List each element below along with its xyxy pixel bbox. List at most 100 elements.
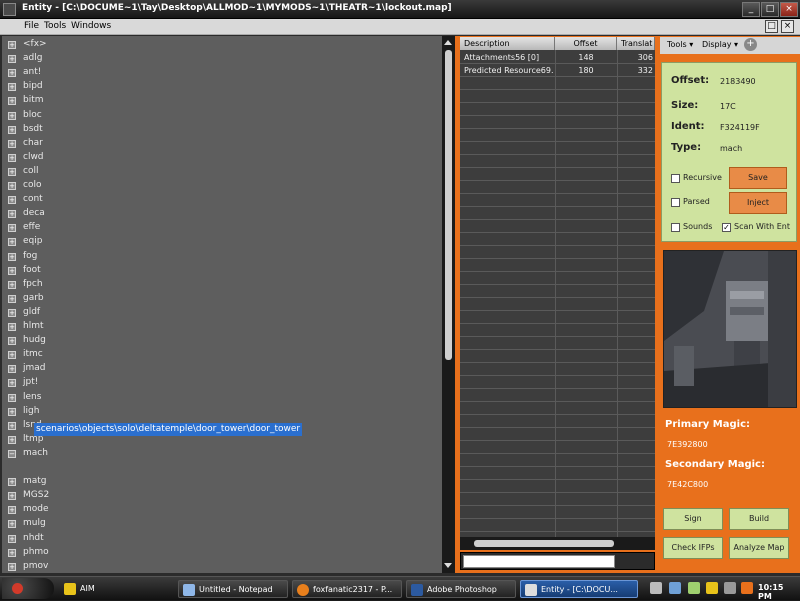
tree-item[interactable]: + hlmt bbox=[2, 320, 432, 334]
tree-scroll-thumb[interactable] bbox=[445, 50, 452, 360]
menu-windows[interactable]: Windows bbox=[71, 21, 111, 31]
expand-icon[interactable]: + bbox=[8, 153, 16, 162]
expand-icon[interactable]: + bbox=[8, 478, 16, 487]
tree-scrollbar[interactable] bbox=[442, 36, 455, 573]
collapse-icon[interactable]: − bbox=[8, 449, 16, 458]
expand-icon[interactable]: + bbox=[8, 83, 16, 92]
sounds-checkbox[interactable] bbox=[671, 223, 680, 232]
tree-item[interactable]: + eqip bbox=[2, 235, 432, 249]
start-button[interactable] bbox=[2, 578, 54, 599]
mdi-restore-button[interactable]: □ bbox=[765, 20, 778, 33]
grid-cell-description[interactable]: Predicted Resource69... bbox=[464, 65, 554, 77]
expand-icon[interactable]: + bbox=[8, 308, 16, 317]
add-icon[interactable]: + bbox=[744, 38, 757, 51]
toolbar-display-dropdown[interactable]: Display ▾ bbox=[702, 40, 738, 49]
col-header-description[interactable]: Description bbox=[460, 37, 555, 50]
title-bar[interactable]: Entity - [C:\DOCUME~1\Tay\Desktop\ALLMOD… bbox=[0, 0, 800, 19]
close-button[interactable]: × bbox=[780, 2, 798, 17]
expand-icon[interactable]: + bbox=[8, 182, 16, 190]
tree-item[interactable]: + bloc bbox=[2, 109, 432, 123]
tree-item[interactable]: + jpt! bbox=[2, 376, 432, 390]
col-header-offset[interactable]: Offset bbox=[555, 37, 617, 50]
expand-icon[interactable]: + bbox=[8, 252, 16, 261]
expand-icon[interactable]: + bbox=[8, 435, 16, 444]
expand-icon[interactable]: + bbox=[8, 280, 16, 289]
taskbar-aim[interactable]: AIM bbox=[64, 580, 154, 598]
expand-icon[interactable]: + bbox=[8, 167, 16, 176]
tray-monitor-icon[interactable] bbox=[688, 582, 700, 594]
expand-icon[interactable]: + bbox=[8, 69, 16, 78]
menu-file[interactable]: File bbox=[24, 21, 39, 31]
tree-item[interactable]: + bipd bbox=[2, 80, 432, 94]
expand-icon[interactable]: + bbox=[8, 492, 16, 501]
expand-icon[interactable]: + bbox=[8, 393, 16, 402]
tree-item[interactable]: + mode bbox=[2, 503, 432, 517]
tree-item[interactable]: + mulg bbox=[2, 517, 432, 531]
expand-icon[interactable]: + bbox=[8, 421, 16, 430]
scroll-down-icon[interactable] bbox=[444, 563, 452, 568]
expand-icon[interactable]: + bbox=[8, 196, 16, 205]
expand-icon[interactable]: + bbox=[8, 407, 16, 416]
analyze-map-button[interactable]: Analyze Map bbox=[729, 537, 789, 559]
grid-cell-offset[interactable]: 148 bbox=[555, 52, 617, 64]
maximize-button[interactable]: □ bbox=[761, 2, 779, 17]
tree-item[interactable]: + colo bbox=[2, 179, 432, 193]
tree-item[interactable]: + ant! bbox=[2, 66, 432, 80]
col-header-translation[interactable]: Translat bbox=[617, 37, 655, 50]
scroll-up-icon[interactable] bbox=[444, 40, 452, 45]
tree-item[interactable]: + fpch bbox=[2, 278, 432, 292]
tray-app-icon[interactable] bbox=[741, 582, 753, 594]
expand-icon[interactable]: + bbox=[8, 548, 16, 557]
expand-icon[interactable]: + bbox=[8, 534, 16, 543]
tree-item[interactable]: + coll bbox=[2, 165, 432, 179]
expand-icon[interactable]: + bbox=[8, 365, 16, 374]
taskbar-photoshop[interactable]: Adobe Photoshop bbox=[406, 580, 516, 598]
expand-icon[interactable]: + bbox=[8, 224, 16, 233]
check-ifps-button[interactable]: Check IFPs bbox=[663, 537, 723, 559]
toolbar-tools-dropdown[interactable]: Tools ▾ bbox=[667, 40, 693, 49]
menu-tools[interactable]: Tools bbox=[44, 21, 66, 31]
tree-item[interactable]: + adlg bbox=[2, 52, 432, 66]
save-button[interactable]: Save bbox=[729, 167, 787, 189]
sign-button[interactable]: Sign bbox=[663, 508, 723, 530]
expand-icon[interactable]: + bbox=[8, 323, 16, 331]
tree-item[interactable]: + char bbox=[2, 137, 432, 151]
tree-item[interactable]: + clwd bbox=[2, 151, 432, 165]
tray-pen-icon[interactable] bbox=[650, 582, 662, 594]
meta-grid[interactable]: Description Offset Translat Attachments5… bbox=[460, 37, 655, 537]
expand-icon[interactable]: + bbox=[8, 97, 16, 106]
tree-item[interactable]: + lens bbox=[2, 391, 432, 405]
expand-icon[interactable]: + bbox=[8, 351, 16, 360]
mdi-close-button[interactable]: × bbox=[781, 20, 794, 33]
tree-selected-item[interactable]: scenarios\objects\solo\deltatemple\door_… bbox=[34, 423, 303, 436]
parsed-checkbox[interactable] bbox=[671, 198, 680, 207]
tree-item[interactable]: + matg bbox=[2, 475, 432, 489]
grid-scroll-thumb[interactable] bbox=[474, 540, 614, 547]
tree-item[interactable]: + nhdt bbox=[2, 532, 432, 546]
tree-item[interactable]: + gldf bbox=[2, 306, 432, 320]
tree-item[interactable]: + ligh bbox=[2, 405, 432, 419]
expand-icon[interactable]: + bbox=[8, 210, 16, 219]
scan-with-ent-checkbox[interactable]: ✓ bbox=[722, 223, 731, 232]
tree-item[interactable]: + cont bbox=[2, 193, 432, 207]
tree-item[interactable]: + deca bbox=[2, 207, 432, 221]
tree-item[interactable]: − mach bbox=[2, 447, 432, 461]
taskbar-entity[interactable]: Entity - [C:\DOCU... bbox=[520, 580, 638, 598]
tree-item[interactable]: + itmc bbox=[2, 348, 432, 362]
grid-cell-description[interactable]: Attachments56 [0] bbox=[464, 52, 554, 64]
tree-item[interactable]: + foot bbox=[2, 264, 432, 278]
tree-item[interactable]: + <fx> bbox=[2, 38, 432, 52]
grid-cell-offset[interactable]: 180 bbox=[555, 65, 617, 77]
expand-icon[interactable]: + bbox=[8, 337, 16, 346]
minimize-button[interactable]: _ bbox=[742, 2, 760, 17]
expand-icon[interactable]: + bbox=[8, 238, 16, 247]
tree-item[interactable]: + MGS2 bbox=[2, 489, 432, 503]
taskbar-notepad[interactable]: Untitled - Notepad bbox=[178, 580, 288, 598]
grid-horizontal-scrollbar[interactable] bbox=[460, 537, 655, 550]
grid-cell-translation[interactable]: 332 bbox=[617, 65, 655, 77]
tray-network-icon[interactable] bbox=[669, 582, 681, 594]
tree-item[interactable]: + pmov bbox=[2, 560, 432, 573]
tray-volume-icon[interactable] bbox=[724, 582, 736, 594]
tree-item[interactable]: + jmad bbox=[2, 362, 432, 376]
tree-item[interactable]: + hudg bbox=[2, 334, 432, 348]
